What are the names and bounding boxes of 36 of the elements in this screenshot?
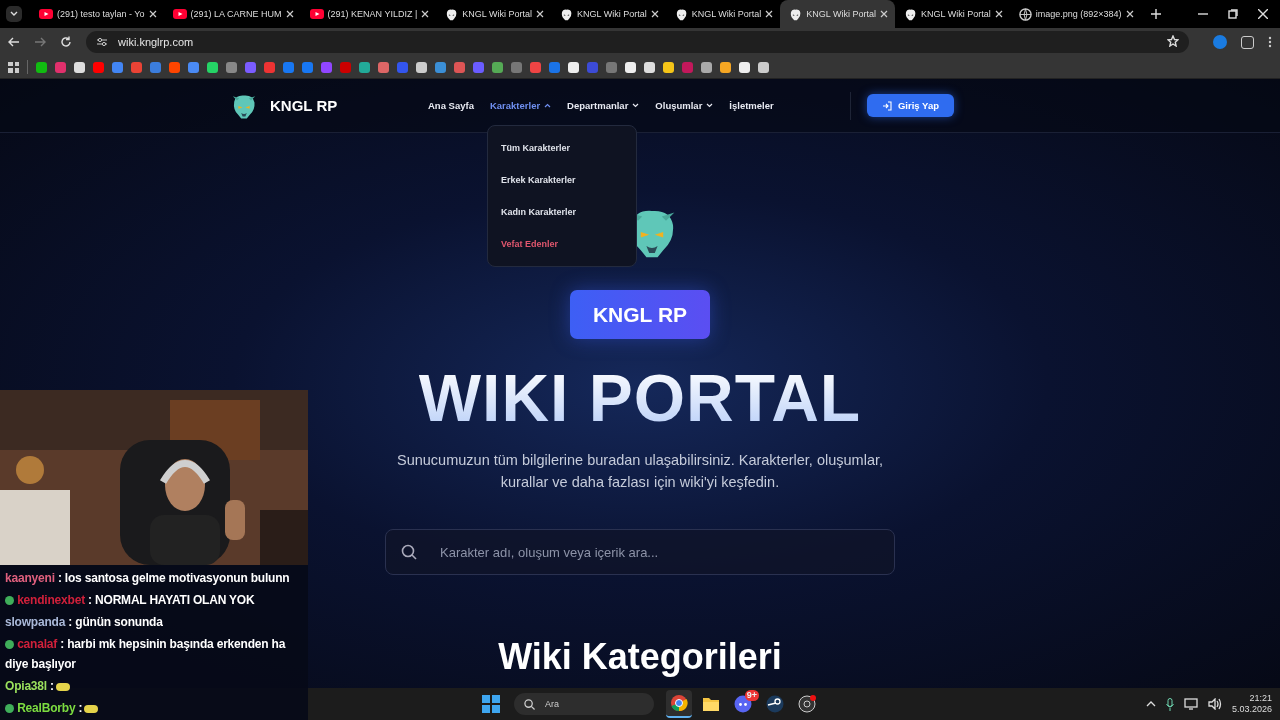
nav-link[interactable]: Oluşumlar bbox=[655, 100, 714, 111]
site-logo[interactable]: KNGL RP bbox=[270, 97, 338, 114]
address-bar[interactable]: wiki.knglrp.com bbox=[86, 31, 1189, 53]
nav-link[interactable]: İşletmeler bbox=[729, 100, 774, 111]
browser-tab[interactable]: KNGL Wiki Portal bbox=[780, 0, 896, 28]
browser-tab[interactable]: image.png (892×384) bbox=[1009, 0, 1141, 28]
dropdown-item[interactable]: Tüm Karakterler bbox=[488, 132, 636, 164]
chat-message: RealBorby : bbox=[5, 698, 304, 718]
login-button[interactable]: Giriş Yap bbox=[867, 94, 954, 117]
chat-message: slowpanda : günün sonunda bbox=[5, 614, 164, 631]
chat-message: kaanyeni : los santosa gelme motivasyonun bulunn bbox=[5, 570, 291, 587]
chat-message: canalaf : harbi mk hepsinin başında erkenden ha diye başlıyor bbox=[5, 636, 287, 673]
browser-tab[interactable]: KNGL Wiki Portal bbox=[665, 0, 781, 28]
notification-badge: 9+ bbox=[744, 690, 759, 701]
clock-time[interactable]: 21:21 bbox=[1231, 693, 1272, 704]
search-field[interactable]: Karakter adı, oluşum veya içerik ara... bbox=[385, 529, 895, 575]
browser-tab[interactable]: KNGL Wiki Portal bbox=[436, 0, 551, 28]
chat-message: kendinexbet : NORMAL HAYATI OLAN YOK bbox=[5, 590, 304, 610]
taskbar-app[interactable]: 9+ bbox=[730, 690, 756, 718]
dropdown-item[interactable]: Vefat Edenler bbox=[488, 228, 636, 260]
hero-subtitle: Sunucumuzun tüm bilgilerine buradan ulaşabilirsiniz. Karakterler, oluşumlar, kurallar ve daha fazlası için wiki'yi keşfedin. bbox=[396, 451, 884, 492]
nav-link[interactable]: Karakterler bbox=[489, 100, 552, 111]
clock-date[interactable]: 5.03.2026 bbox=[1231, 704, 1272, 715]
browser-tab[interactable]: (291) testo taylan - Yo bbox=[30, 0, 164, 28]
taskbar-search-field[interactable]: Ara bbox=[514, 693, 654, 715]
browser-tab[interactable]: (291) LA CARNE HUM bbox=[163, 0, 301, 28]
browser-tab[interactable]: KNGL Wiki Portal bbox=[895, 0, 1010, 28]
brand-badge: KNGL RP bbox=[570, 290, 710, 339]
browser-tab[interactable]: (291) KENAN YILDIZ | bbox=[300, 0, 437, 28]
chat-message: Opia38l : bbox=[5, 676, 304, 696]
nav-link[interactable]: Departmanlar bbox=[567, 100, 640, 111]
nav-link[interactable]: Ana Sayfa bbox=[428, 100, 474, 111]
dropdown-item[interactable]: Erkek Karakterler bbox=[488, 164, 636, 196]
browser-tab[interactable]: KNGL Wiki Portal bbox=[551, 0, 666, 28]
dropdown-item[interactable]: Kadın Karakterler bbox=[488, 196, 636, 228]
section-heading: Wiki Kategorileri bbox=[498, 639, 782, 675]
